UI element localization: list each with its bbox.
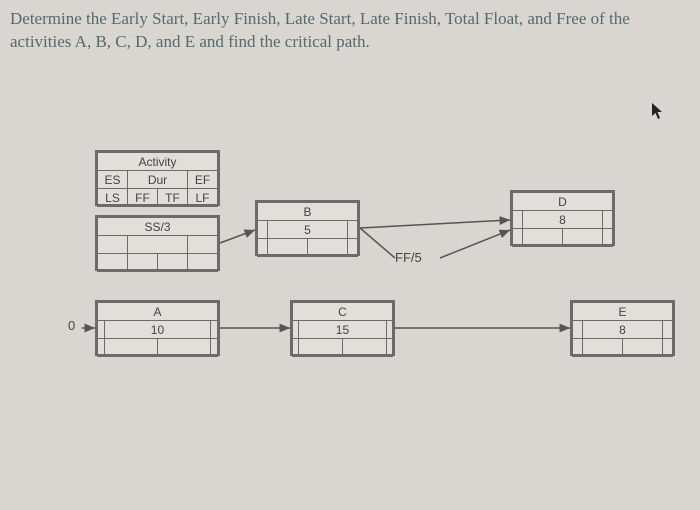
node-c: C 15 <box>290 300 395 356</box>
legend-lf: LF <box>188 189 218 207</box>
node-c-dur: 15 <box>299 321 387 339</box>
legend-node: Activity ES Dur EF LS FF TF LF <box>95 150 220 206</box>
legend-es: ES <box>98 171 128 189</box>
question-text: Determine the Early Start, Early Finish,… <box>0 0 700 54</box>
node-e-dur: 8 <box>583 321 662 339</box>
node-c-name: C <box>293 303 393 321</box>
legend-tf: TF <box>158 189 188 207</box>
node-a-dur: 10 <box>105 321 210 339</box>
node-a: A 10 <box>95 300 220 356</box>
node-d: D 8 <box>510 190 615 246</box>
legend-dur: Dur <box>128 171 188 189</box>
label-ff5: FF/5 <box>395 250 422 265</box>
node-b-name: B <box>258 203 358 221</box>
node-e-name: E <box>573 303 673 321</box>
network-diagram: Activity ES Dur EF LS FF TF LF SS/3 A 10 <box>0 150 700 510</box>
node-d-dur: 8 <box>523 211 602 229</box>
legend-ls: LS <box>98 189 128 207</box>
node-a-name: A <box>98 303 218 321</box>
node-d-name: D <box>513 193 613 211</box>
node-e: E 8 <box>570 300 675 356</box>
node-ss3-name: SS/3 <box>98 218 218 236</box>
legend-activity: Activity <box>98 153 218 171</box>
node-ss3-dur <box>127 236 187 254</box>
cursor-icon <box>651 102 665 120</box>
node-b: B 5 <box>255 200 360 256</box>
node-ss3: SS/3 <box>95 215 220 271</box>
legend-ef: EF <box>188 171 218 189</box>
label-zero: 0 <box>68 318 75 333</box>
node-b-dur: 5 <box>268 221 347 239</box>
legend-ff: FF <box>128 189 158 207</box>
